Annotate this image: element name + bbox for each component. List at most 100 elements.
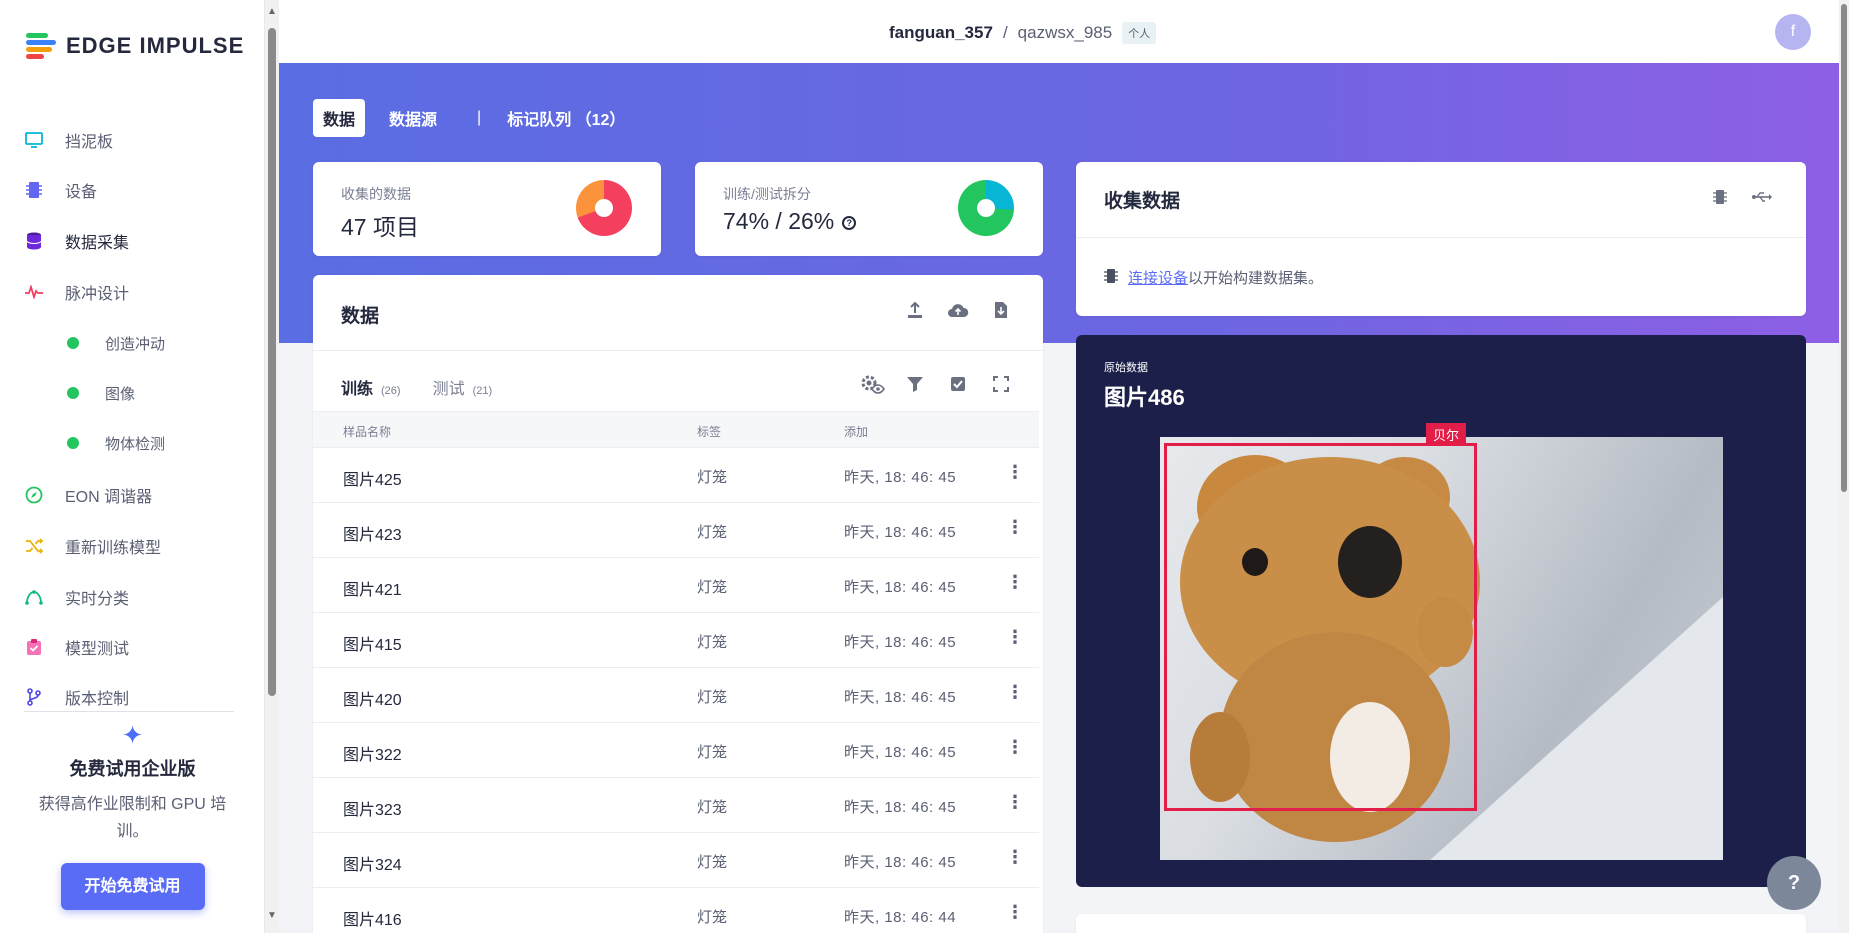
more-vertical-icon[interactable]: ⋮ — [1006, 902, 1024, 923]
main-scrollbar[interactable] — [1839, 0, 1849, 933]
sample-added-cell: 昨天, 18: 46: 45 — [844, 634, 957, 651]
sidebar-item-live-classification[interactable]: 实时分类 — [0, 580, 264, 614]
sample-added-cell: 昨天, 18: 46: 45 — [844, 854, 957, 871]
export-file-icon[interactable] — [990, 299, 1012, 321]
table-row[interactable]: 图片415 灯笼 昨天, 18: 46: 45 ⋮ — [313, 613, 1039, 668]
settings-visibility-icon[interactable] — [859, 373, 887, 395]
collected-data-value: 47 项目 — [341, 214, 419, 240]
expand-icon[interactable] — [990, 373, 1012, 395]
more-vertical-icon[interactable]: ⋮ — [1006, 517, 1024, 538]
breadcrumb-user[interactable]: fanguan_357 — [889, 23, 993, 43]
sidebar-item-label: 版本控制 — [65, 691, 130, 708]
tab-data-sources[interactable]: 数据源 — [379, 99, 447, 137]
tab-labeling-queue[interactable]: 标记队列 （12） — [497, 99, 635, 137]
trial-title: 免费试用企业版 — [69, 759, 196, 779]
cloud-upload-icon[interactable] — [947, 299, 969, 321]
sample-added-cell: 昨天, 18: 46: 45 — [844, 469, 957, 486]
tab-separator: | — [477, 109, 482, 126]
breadcrumb: fanguan_357 / qazwsx_985 个人 — [889, 22, 1157, 44]
breadcrumb-project[interactable]: qazwsx_985 — [1018, 23, 1113, 43]
sample-name-cell[interactable]: 图片423 — [343, 521, 402, 545]
table-row[interactable]: 图片322 灯笼 昨天, 18: 46: 45 ⋮ — [313, 723, 1039, 778]
more-vertical-icon[interactable]: ⋮ — [1006, 462, 1024, 483]
upload-icon[interactable] — [904, 299, 926, 321]
sidebar-item-impulse-design[interactable]: 脉冲设计 — [0, 275, 264, 309]
sidebar-item-dashboard[interactable]: 挡泥板 — [0, 123, 264, 157]
dataset-subtabs: 训练 (26) 测试 (21) — [341, 375, 516, 399]
monitor-icon — [25, 131, 43, 149]
dot-icon — [67, 337, 79, 349]
help-button[interactable]: ? — [1767, 856, 1821, 910]
sample-added-cell: 昨天, 18: 46: 45 — [844, 689, 957, 706]
enterprise-trial-promo: ✦ 免费试用企业版 获得高作业限制和 GPU 培训。 开始免费试用 — [0, 720, 264, 910]
connect-device-link[interactable]: 连接设备 — [1128, 270, 1188, 287]
sidebar-item-label: 脉冲设计 — [65, 286, 130, 303]
select-checkbox-icon[interactable] — [947, 373, 969, 395]
clipboard-check-icon — [25, 638, 43, 656]
table-row[interactable]: 图片420 灯笼 昨天, 18: 46: 45 ⋮ — [313, 668, 1039, 723]
bounding-box[interactable] — [1164, 443, 1477, 811]
sample-name-cell[interactable]: 图片323 — [343, 796, 402, 820]
tab-data[interactable]: 数据 — [313, 99, 366, 137]
compass-icon — [25, 486, 43, 504]
table-row[interactable]: 图片423 灯笼 昨天, 18: 46: 45 ⋮ — [313, 503, 1039, 558]
connect-device-message: 连接设备以开始构建数据集。 — [1104, 267, 1323, 288]
sidebar-subitem-create-impulse[interactable]: 创造冲动 — [0, 326, 264, 360]
sidebar-item-data-acquisition[interactable]: 数据采集 — [0, 224, 264, 258]
tab-training[interactable]: 训练 — [341, 375, 373, 399]
connect-device-text: 以开始构建数据集。 — [1188, 270, 1324, 287]
more-vertical-icon[interactable]: ⋮ — [1006, 792, 1024, 813]
column-label[interactable]: 标签 — [697, 423, 721, 440]
more-vertical-icon[interactable]: ⋮ — [1006, 737, 1024, 758]
sidebar-subitem-object-detection[interactable]: 物体检测 — [0, 426, 264, 460]
sidebar-item-label: EON 调谐器 — [65, 489, 153, 506]
table-row[interactable]: 图片324 灯笼 昨天, 18: 46: 45 ⋮ — [313, 833, 1039, 888]
main-scrollbar-thumb[interactable] — [1841, 4, 1847, 492]
sample-label-cell: 灯笼 — [697, 854, 728, 871]
sample-label-cell: 灯笼 — [697, 744, 728, 761]
more-vertical-icon[interactable]: ⋮ — [1006, 572, 1024, 593]
device-chip-icon[interactable] — [1709, 186, 1731, 208]
sidebar-item-devices[interactable]: 设备 — [0, 173, 264, 207]
sidebar-item-eon-tuner[interactable]: EON 调谐器 — [0, 478, 264, 512]
sample-name-cell[interactable]: 图片322 — [343, 741, 402, 765]
pulse-icon — [25, 283, 43, 301]
sidebar-item-label: 重新训练模型 — [65, 540, 162, 557]
table-row[interactable]: 图片323 灯笼 昨天, 18: 46: 45 ⋮ — [313, 778, 1039, 833]
scroll-up-arrow-icon[interactable]: ▲ — [267, 6, 277, 17]
train-test-split-donut — [958, 180, 1014, 236]
tab-testing[interactable]: 测试 — [433, 375, 465, 399]
help-circle-icon[interactable]: ? — [842, 215, 857, 230]
sidebar-scrollbar[interactable]: ▲ ▼ — [265, 0, 279, 933]
sample-name-cell[interactable]: 图片420 — [343, 686, 402, 710]
data-panel-title: 数据 — [341, 306, 380, 327]
more-vertical-icon[interactable]: ⋮ — [1006, 627, 1024, 648]
bounding-box-label: 贝尔 — [1426, 423, 1467, 446]
sidebar-item-model-testing[interactable]: 模型测试 — [0, 630, 264, 664]
sample-name-cell[interactable]: 图片415 — [343, 631, 402, 655]
sample-name-cell[interactable]: 图片324 — [343, 851, 402, 875]
sidebar-subitem-image[interactable]: 图像 — [0, 376, 264, 410]
sidebar-item-label: 物体检测 — [105, 435, 166, 453]
avatar[interactable]: f — [1775, 14, 1811, 50]
sample-name-cell[interactable]: 图片425 — [343, 466, 402, 490]
table-row[interactable]: 图片425 灯笼 昨天, 18: 46: 45 ⋮ — [313, 448, 1039, 503]
start-free-trial-button[interactable]: 开始免费试用 — [60, 863, 205, 910]
column-added[interactable]: 添加 — [844, 423, 868, 440]
sidebar-item-label: 设备 — [65, 184, 98, 201]
filter-icon[interactable] — [904, 373, 926, 395]
sidebar-scrollbar-thumb[interactable] — [268, 28, 276, 696]
table-row[interactable]: 图片416 灯笼 昨天, 18: 46: 44 ⋮ — [313, 888, 1039, 933]
scroll-down-arrow-icon[interactable]: ▼ — [267, 910, 277, 921]
sidebar-item-versioning[interactable]: 版本控制 — [0, 680, 264, 714]
table-row[interactable]: 图片421 灯笼 昨天, 18: 46: 45 ⋮ — [313, 558, 1039, 613]
edge-impulse-logo[interactable]: EDGE IMPULSE — [26, 33, 244, 59]
testing-count: (21) — [472, 385, 493, 397]
more-vertical-icon[interactable]: ⋮ — [1006, 682, 1024, 703]
usb-icon[interactable] — [1751, 186, 1773, 208]
sidebar-item-retrain-model[interactable]: 重新训练模型 — [0, 529, 264, 563]
sample-name-cell[interactable]: 图片421 — [343, 576, 402, 600]
sample-name-cell[interactable]: 图片416 — [343, 906, 402, 930]
more-vertical-icon[interactable]: ⋮ — [1006, 847, 1024, 868]
column-sample-name[interactable]: 样品名称 — [343, 423, 391, 440]
